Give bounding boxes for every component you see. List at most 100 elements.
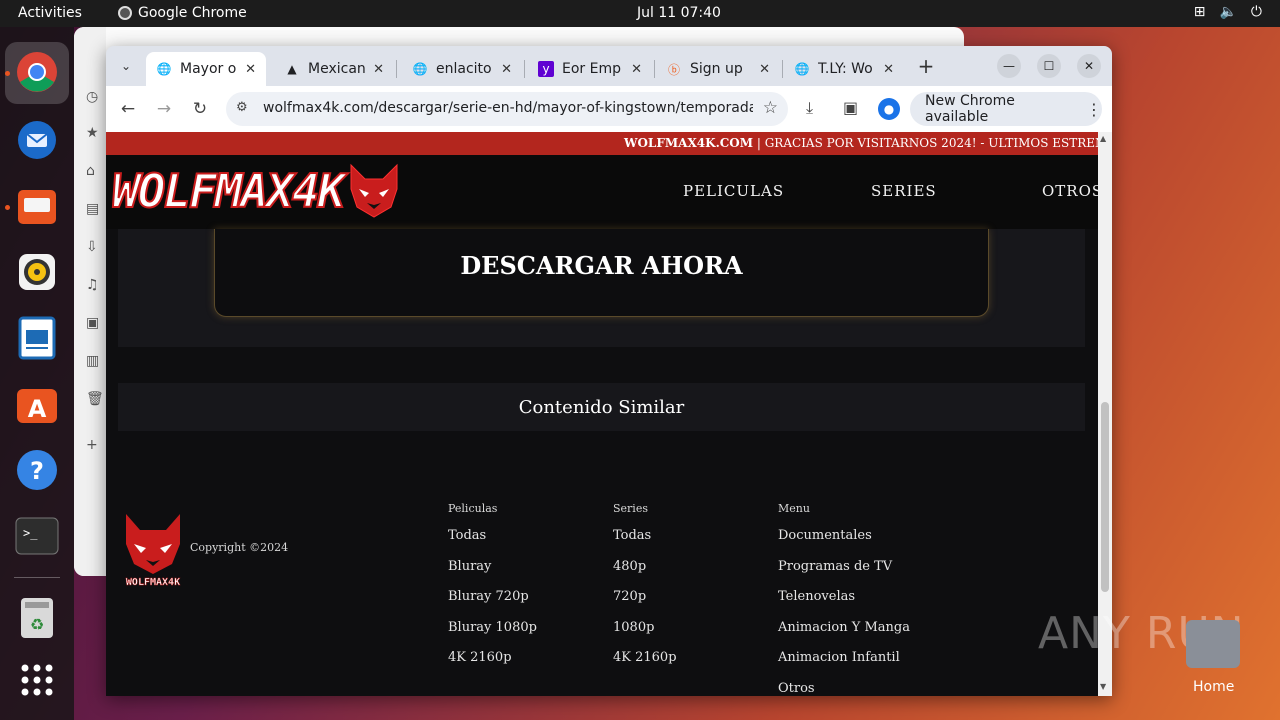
power-icon: ⏻ <box>1250 4 1262 20</box>
copyright-text: Copyright ©2024 <box>190 541 289 554</box>
footer-link[interactable]: Telenovelas <box>778 589 910 620</box>
footer-link[interactable]: Bluray 720p <box>448 589 537 620</box>
tab-title: Eor Emp <box>562 61 621 77</box>
trash-icon[interactable]: 🗑 <box>86 391 104 407</box>
footer-link[interactable]: Bluray 1080p <box>448 620 537 651</box>
site-info-icon[interactable]: ⚙ <box>236 100 248 115</box>
nav-series[interactable]: SERIES <box>871 182 937 200</box>
globe-icon: 🌐 <box>794 62 810 76</box>
address-bar[interactable]: ⚙ wolfmax4k.com/descargar/serie-en-hd/ma… <box>226 92 788 126</box>
downloads-icon[interactable]: ⇩ <box>86 239 98 255</box>
close-window-button[interactable]: ✕ <box>1077 54 1101 78</box>
bookmark-star-icon[interactable]: ☆ <box>763 98 778 118</box>
footer-link[interactable]: Todas <box>613 528 677 559</box>
close-tab-icon[interactable]: ✕ <box>245 62 256 77</box>
scrollbar-thumb[interactable] <box>1101 402 1109 592</box>
footer-link[interactable]: 720p <box>613 589 677 620</box>
home-folder-icon[interactable]: ⌂ <box>86 163 95 179</box>
system-tray[interactable]: ⊞ 🔈 ⏻ <box>1194 4 1262 20</box>
tab-mexican[interactable]: ▲ Mexican ✕ <box>274 52 394 86</box>
footer-link[interactable]: 480p <box>613 559 677 590</box>
footer-link[interactable]: Animacion Infantil <box>778 650 910 681</box>
files-sidebar: ◷ ★ ⌂ ▤ ⇩ ♫ ▣ ▥ 🗑 + <box>74 27 106 576</box>
show-apps-icon[interactable] <box>14 657 60 703</box>
footer-link[interactable]: 1080p <box>613 620 677 651</box>
footer-col-menu: Menu Documentales Programas de TV Teleno… <box>778 502 910 696</box>
app-center-dock-icon[interactable]: A <box>14 381 60 427</box>
globe-icon: 🌐 <box>156 62 172 76</box>
recent-icon[interactable]: ◷ <box>86 89 98 105</box>
new-tab-button[interactable]: + <box>914 54 938 78</box>
site-logo[interactable]: WOLFMAX4K <box>111 163 401 219</box>
download-icon[interactable]: ⤓ <box>806 98 813 118</box>
close-tab-icon[interactable]: ✕ <box>373 62 384 77</box>
footer-link[interactable]: Todas <box>448 528 537 559</box>
update-chrome-button[interactable]: New Chrome available ⋮ <box>910 92 1102 126</box>
help-dock-icon[interactable]: ? <box>14 447 60 493</box>
add-location-icon[interactable]: + <box>86 437 98 453</box>
ticker-brand: WOLFMAX4K.COM <box>624 136 754 150</box>
forward-button[interactable]: → <box>152 97 176 121</box>
download-now-button[interactable]: DESCARGAR AHORA <box>214 229 989 317</box>
footer-wolf-logo[interactable]: WOLFMAX4K <box>120 512 186 588</box>
documents-icon[interactable]: ▤ <box>86 201 99 217</box>
tab-signup[interactable]: ⓑ Sign up ✕ <box>656 52 780 86</box>
terminal-dock-icon[interactable]: >_ <box>14 513 60 559</box>
app-menu[interactable]: Google Chrome <box>118 5 247 21</box>
footer-link[interactable]: Animacion Y Manga <box>778 620 910 651</box>
rhythmbox-dock-icon[interactable] <box>14 249 60 295</box>
side-panel-icon[interactable]: ▣ <box>843 98 858 117</box>
tab-tly[interactable]: 🌐 T.LY: Wo ✕ <box>784 52 904 86</box>
browser-toolbar: ← → ↻ ⚙ wolfmax4k.com/descargar/serie-en… <box>106 86 1112 132</box>
dock-separator <box>14 577 60 578</box>
chrome-dock-icon[interactable] <box>14 49 60 95</box>
footer-link[interactable]: Bluray <box>448 559 537 590</box>
tab-title: Sign up <box>690 61 743 77</box>
person-icon: ● <box>883 102 895 116</box>
footer-link[interactable]: Programas de TV <box>778 559 910 590</box>
close-tab-icon[interactable]: ✕ <box>759 62 770 77</box>
scroll-up-icon[interactable]: ▲ <box>1100 134 1106 143</box>
nav-otros[interactable]: OTROS <box>1042 182 1103 200</box>
footer-link[interactable]: 4K 2160p <box>613 650 677 681</box>
writer-dock-icon[interactable] <box>14 315 60 361</box>
maximize-button[interactable]: ☐ <box>1037 54 1061 78</box>
reload-button[interactable]: ↻ <box>188 97 212 121</box>
tab-mayor[interactable]: 🌐 Mayor o ✕ <box>146 52 266 86</box>
trash-dock-icon[interactable]: ♻ <box>14 595 60 641</box>
footer-link[interactable]: Documentales <box>778 528 910 559</box>
close-tab-icon[interactable]: ✕ <box>883 62 894 77</box>
site-footer: WOLFMAX4K Copyright ©2024 Peliculas Toda… <box>106 472 1098 696</box>
close-icon: ✕ <box>1083 59 1095 73</box>
starred-icon[interactable]: ★ <box>86 125 99 141</box>
clock[interactable]: Jul 11 07:40 <box>637 5 721 21</box>
tab-eor[interactable]: y Eor Emp ✕ <box>528 52 652 86</box>
home-folder-desktop-icon[interactable] <box>1186 620 1240 668</box>
pictures-icon[interactable]: ▣ <box>86 315 99 331</box>
ticker-content: WOLFMAX4K.COM | GRACIAS POR VISITARNOS 2… <box>624 136 1098 150</box>
svg-text:>_: >_ <box>23 526 38 540</box>
thunderbird-dock-icon[interactable] <box>14 117 60 163</box>
site-header: WOLFMAX4K PELICULAS SERIES OTROS <box>106 155 1102 229</box>
nav-peliculas[interactable]: PELICULAS <box>683 182 784 200</box>
tab-enlacito[interactable]: 🌐 enlacito ✕ <box>402 52 522 86</box>
music-icon[interactable]: ♫ <box>86 277 99 293</box>
activities-button[interactable]: Activities <box>18 5 82 21</box>
back-button[interactable]: ← <box>116 97 140 121</box>
minimize-button[interactable]: — <box>997 54 1021 78</box>
tab-search-button[interactable]: ⌄ <box>114 54 138 78</box>
url-text[interactable]: wolfmax4k.com/descargar/serie-en-hd/mayo… <box>263 100 753 116</box>
profile-avatar[interactable]: ● <box>878 98 900 120</box>
close-tab-icon[interactable]: ✕ <box>501 62 512 77</box>
chrome-window: ⌄ 🌐 Mayor o ✕ ▲ Mexican ✕ 🌐 enlacito ✕ y… <box>106 46 1112 696</box>
tab-title: enlacito <box>436 61 492 77</box>
footer-link[interactable]: Otros <box>778 681 910 697</box>
arrow-left-icon: ← <box>120 99 136 119</box>
minimize-icon: — <box>1003 59 1015 73</box>
close-tab-icon[interactable]: ✕ <box>631 62 642 77</box>
scroll-down-icon[interactable]: ▼ <box>1100 682 1106 691</box>
videos-icon[interactable]: ▥ <box>86 353 99 369</box>
footer-link[interactable]: 4K 2160p <box>448 650 537 681</box>
files-dock-icon[interactable] <box>14 183 60 229</box>
home-desktop-label[interactable]: Home <box>1193 679 1234 695</box>
